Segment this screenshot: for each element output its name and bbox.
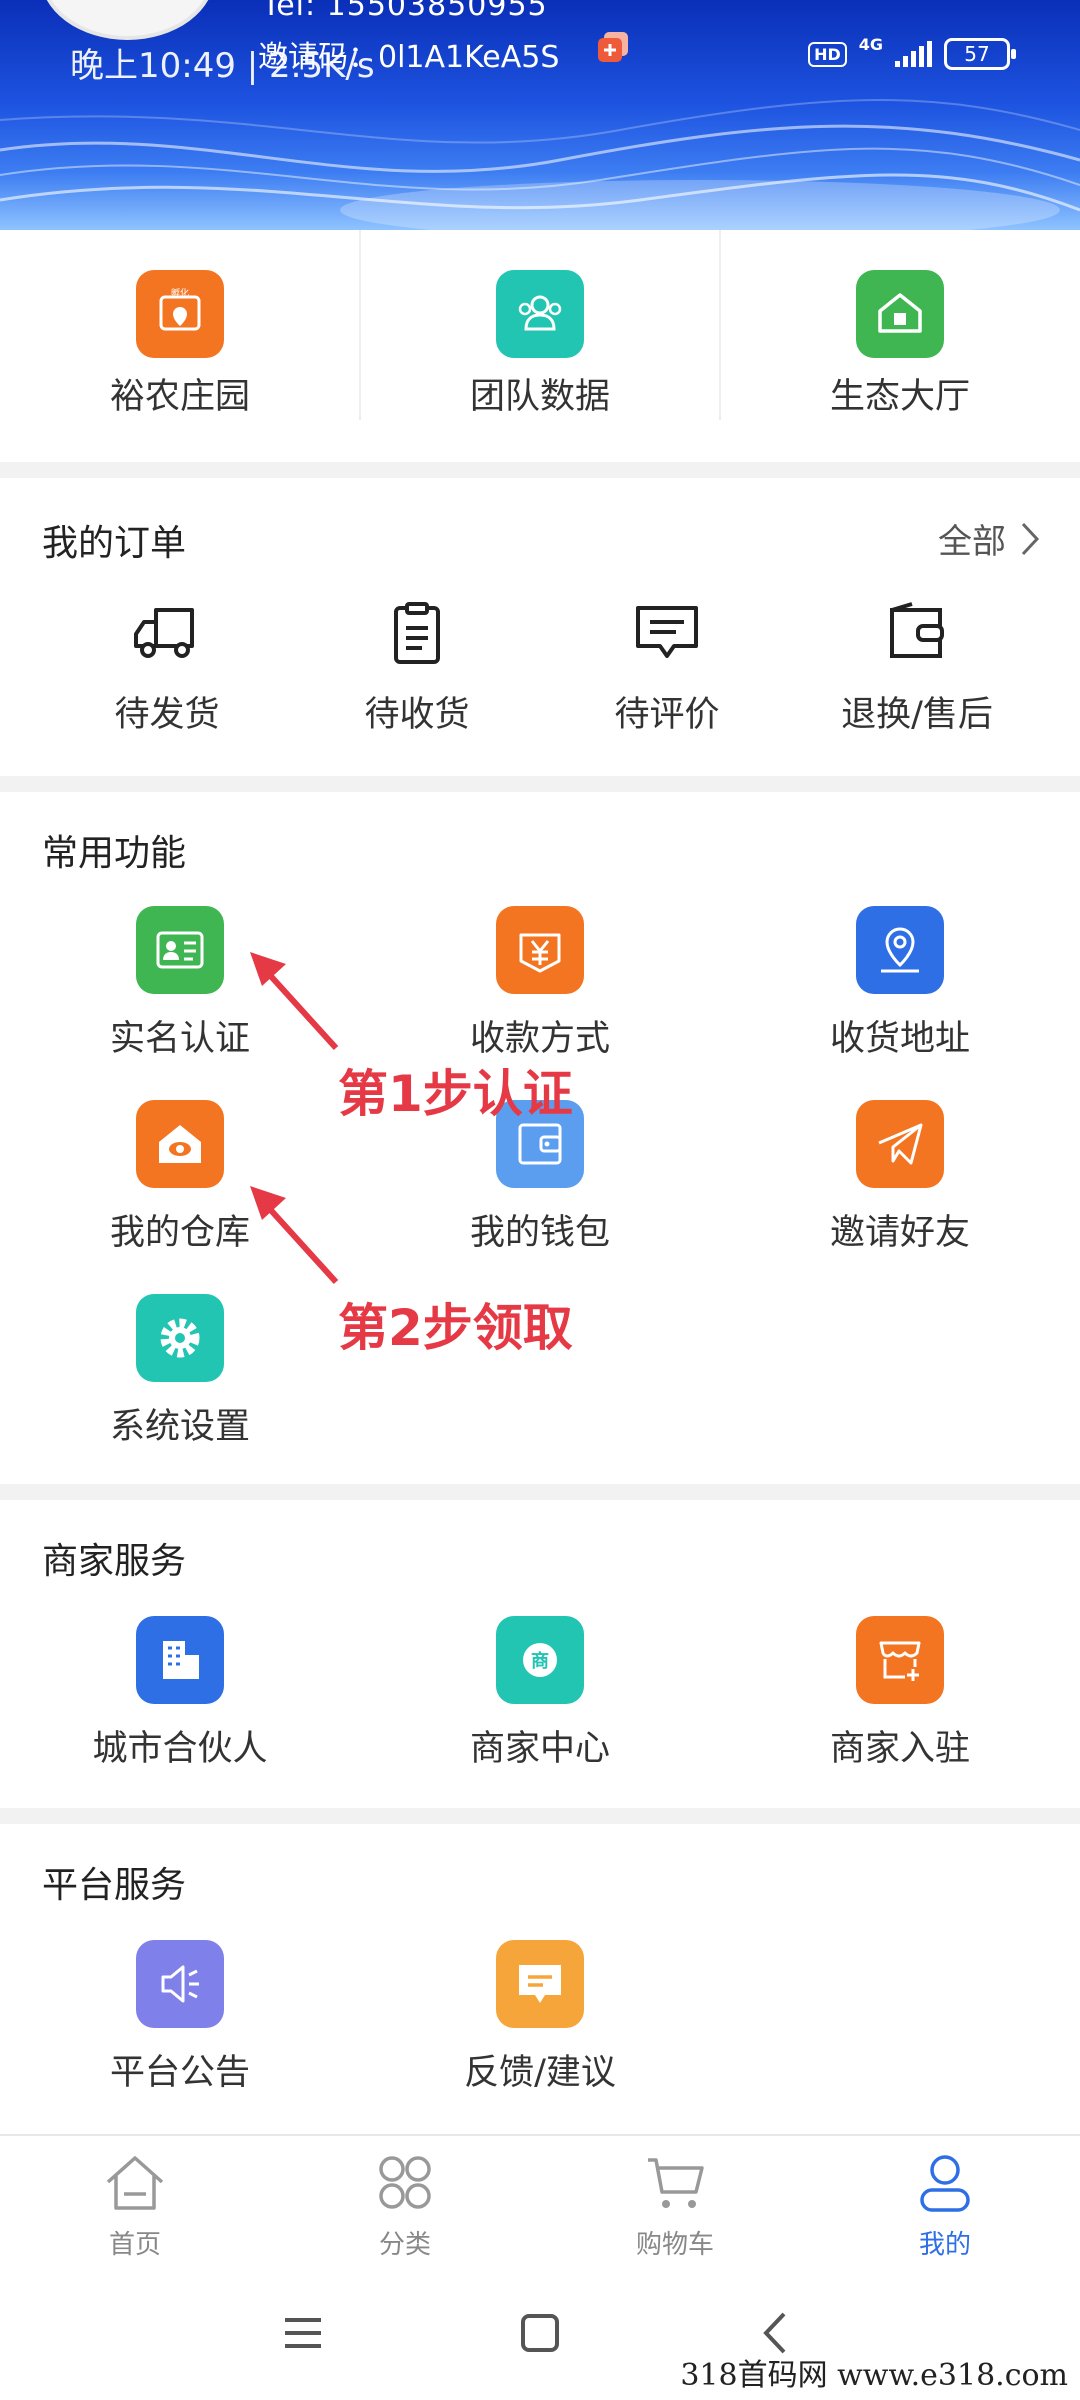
order-pending-review[interactable]: 待评价: [532, 478, 802, 776]
watermark: 318首码网 www.e318.com: [680, 2358, 1068, 2393]
tab-label: 分类: [378, 2230, 431, 2260]
feedback-suggestion[interactable]: 反馈/建议: [360, 1940, 720, 2110]
quick-link-label: 团队数据: [469, 377, 610, 417]
order-pending-ship[interactable]: 待发货: [32, 478, 302, 776]
quick-link-label: 裕农庄园: [109, 377, 250, 417]
wallet-return-icon: [890, 602, 944, 658]
comment-icon: [636, 606, 698, 658]
status-time: 晚上10:49 | 2.5K/s: [70, 46, 375, 86]
farm-icon: 孵化: [136, 270, 224, 358]
shop-badge-icon: 商: [496, 1616, 584, 1704]
building-icon: [136, 1616, 224, 1704]
service-label: 平台公告: [109, 2053, 250, 2093]
category-icon: [379, 2156, 431, 2209]
quick-link-team[interactable]: 团队数据: [360, 230, 720, 440]
tab-category[interactable]: 分类: [270, 2136, 540, 2270]
annotation-step1: 第1步认证: [338, 1065, 573, 1123]
team-icon: [496, 270, 584, 358]
tab-home[interactable]: 首页: [0, 2136, 270, 2270]
svg-text:孵化: 孵化: [171, 287, 189, 299]
my-orders-card: 我的订单 全部 待发货 待收货 待评价 退换/售后: [0, 478, 1080, 776]
service-label: 城市合伙人: [92, 1729, 268, 1769]
quick-links-card: 孵化 裕农庄园 团队数据 生态大厅: [0, 230, 1080, 462]
system-nav-bar: 318首码网 www.e318.com: [0, 2268, 1080, 2400]
annotation-arrows: [250, 952, 339, 1285]
copy-icon[interactable]: [596, 30, 630, 64]
feedback-icon: [496, 1940, 584, 2028]
service-label: 商家入驻: [829, 1729, 970, 1769]
signal-icon: [895, 41, 932, 67]
quick-link-hall[interactable]: 生态大厅: [720, 230, 1080, 440]
service-label: 商家中心: [469, 1729, 610, 1769]
hall-icon: [856, 270, 944, 358]
section-title: 平台服务: [42, 1865, 187, 1906]
order-item-label: 退换/售后: [841, 695, 993, 735]
tab-mine[interactable]: 我的: [810, 2136, 1080, 2270]
tab-label: 购物车: [635, 2230, 714, 2260]
annotation-step2: 第2步领取: [338, 1299, 573, 1357]
profile-header: Tel: 15503850955 邀请码：0l1A1KeA5S 晚上10:49 …: [0, 0, 1080, 230]
menu-icon[interactable]: [268, 2298, 338, 2368]
hd-icon: HD: [808, 41, 847, 67]
city-partner[interactable]: 城市合伙人: [0, 1616, 360, 1786]
tab-label: 首页: [108, 2230, 161, 2260]
order-pending-receive[interactable]: 待收货: [282, 478, 552, 776]
order-item-label: 待评价: [614, 695, 720, 735]
tab-label: 我的: [918, 2230, 971, 2260]
home-icon: [106, 2156, 164, 2210]
home-button-icon[interactable]: [505, 2298, 575, 2368]
cart-icon: [648, 2158, 704, 2208]
truck-icon: [134, 608, 194, 658]
user-icon: [920, 2155, 970, 2212]
merchant-join[interactable]: 商家入驻: [720, 1616, 1080, 1786]
order-after-sale[interactable]: 退换/售后: [782, 478, 1052, 776]
common-functions-card: 常用功能 实名认证 收款方式 收货地址 我的仓库 我的钱包 邀请好友 系统设置 …: [0, 792, 1080, 1484]
service-label: 反馈/建议: [464, 2053, 616, 2093]
store-add-icon: [856, 1616, 944, 1704]
merchant-center[interactable]: 商 商家中心: [360, 1616, 720, 1786]
status-icons: HD 4G 57: [808, 34, 1016, 70]
order-item-label: 待发货: [114, 695, 220, 735]
shop-badge-text: 商: [531, 1650, 549, 1672]
user-tel: Tel: 15503850955: [262, 0, 548, 23]
battery-level: 57: [964, 42, 990, 66]
bottom-tab-bar: 首页 分类 购物车 我的: [0, 2134, 1080, 2268]
speaker-icon: [136, 1940, 224, 2028]
quick-link-label: 生态大厅: [829, 377, 970, 417]
battery-icon: 57: [944, 38, 1016, 70]
clipboard-icon: [394, 602, 440, 664]
platform-announcement[interactable]: 平台公告: [0, 1940, 360, 2110]
tab-cart[interactable]: 购物车: [540, 2136, 810, 2270]
platform-services-card: 平台服务 平台公告 反馈/建议: [0, 1824, 1080, 2134]
section-title: 商家服务: [42, 1541, 187, 1582]
merchant-services-card: 商家服务 城市合伙人 商 商家中心 商家入驻: [0, 1500, 1080, 1808]
network-type: 4G: [858, 34, 883, 54]
order-item-label: 待收货: [364, 695, 470, 735]
quick-link-farm[interactable]: 孵化 裕农庄园: [0, 230, 360, 440]
